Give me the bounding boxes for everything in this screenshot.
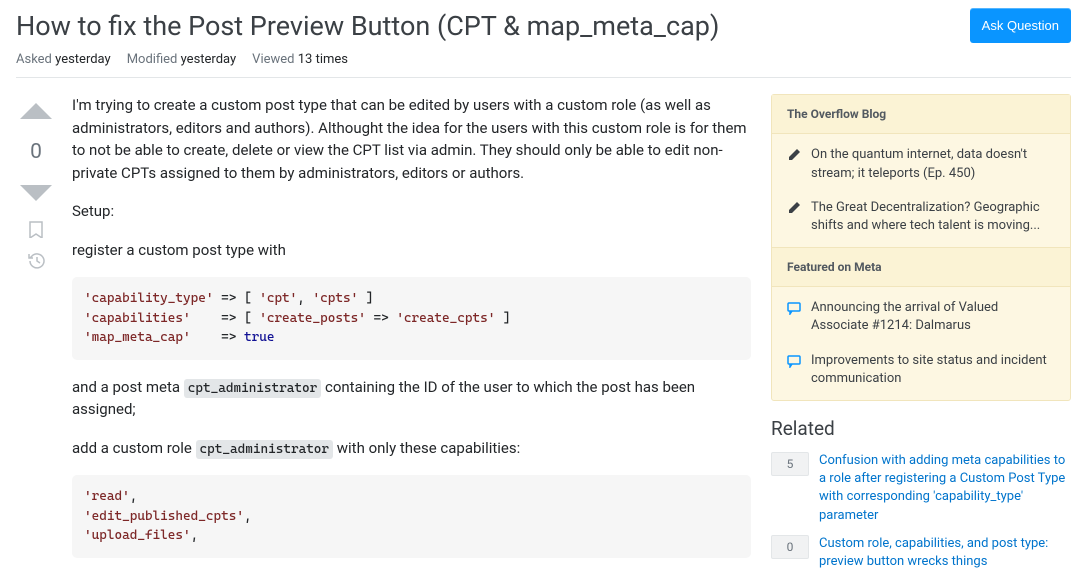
asked-label: Asked: [16, 52, 52, 67]
question-title: How to fix the Post Preview Button (CPT …: [16, 8, 958, 44]
code-block: 'read', 'edit_published_cpts', 'upload_f…: [72, 475, 751, 558]
related-score: 5: [771, 452, 809, 476]
post-paragraph: I'm trying to create a custom post type …: [72, 94, 751, 184]
asked-value: yesterday: [55, 52, 111, 67]
pencil-icon: [787, 201, 803, 235]
history-icon[interactable]: [27, 252, 46, 274]
featured-meta-item[interactable]: Announcing the arrival of Valued Associa…: [772, 291, 1070, 343]
upvote-button[interactable]: [18, 94, 54, 130]
related-score: 0: [771, 535, 809, 559]
vote-count: 0: [30, 140, 42, 164]
modified-label: Modified: [127, 52, 178, 67]
speech-icon: [787, 354, 803, 388]
post-paragraph: register a custom post type with: [72, 239, 751, 262]
related-link[interactable]: Custom role, capabilities, and post type…: [819, 535, 1071, 571]
post-body: I'm trying to create a custom post type …: [72, 94, 751, 581]
related-header: Related: [771, 417, 1071, 440]
viewed-value: 13 times: [298, 52, 348, 67]
pencil-icon: [787, 148, 803, 182]
overflow-blog-item[interactable]: On the quantum internet, data doesn't st…: [772, 138, 1070, 190]
related-item: 5 Confusion with adding meta capabilitie…: [771, 452, 1071, 525]
ask-question-button[interactable]: Ask Question: [970, 8, 1071, 43]
featured-meta-header: Featured on Meta: [772, 247, 1070, 287]
featured-meta-item[interactable]: Improvements to site status and incident…: [772, 344, 1070, 396]
inline-code: cpt_administrator: [196, 440, 334, 459]
featured-meta-link[interactable]: Announcing the arrival of Valued Associa…: [811, 299, 1055, 335]
post-paragraph: add a custom role cpt_administrator with…: [72, 437, 751, 460]
post-paragraph: and a post meta cpt_administrator contai…: [72, 376, 751, 421]
overflow-blog-item[interactable]: The Great Decentralization? Geographic s…: [772, 191, 1070, 243]
post-paragraph: Setup:: [72, 200, 751, 223]
question-stats: Asked yesterday Modified yesterday Viewe…: [16, 52, 1071, 78]
code-block: 'capability_type' => [ 'cpt', 'cpts' ] '…: [72, 277, 751, 360]
downvote-button[interactable]: [18, 174, 54, 210]
related-link[interactable]: Confusion with adding meta capabilities …: [819, 452, 1071, 525]
overflow-blog-link[interactable]: On the quantum internet, data doesn't st…: [811, 146, 1055, 182]
speech-icon: [787, 301, 803, 335]
modified-value: yesterday: [181, 52, 237, 67]
overflow-blog-header: The Overflow Blog: [772, 95, 1070, 134]
inline-code: cpt_administrator: [184, 379, 322, 398]
featured-meta-link[interactable]: Improvements to site status and incident…: [811, 352, 1055, 388]
bookmark-icon[interactable]: [27, 220, 45, 242]
overflow-blog-link[interactable]: The Great Decentralization? Geographic s…: [811, 199, 1055, 235]
sidebar-bulletin: The Overflow Blog On the quantum interne…: [771, 94, 1071, 401]
related-item: 0 Custom role, capabilities, and post ty…: [771, 535, 1071, 571]
viewed-label: Viewed: [252, 52, 294, 67]
